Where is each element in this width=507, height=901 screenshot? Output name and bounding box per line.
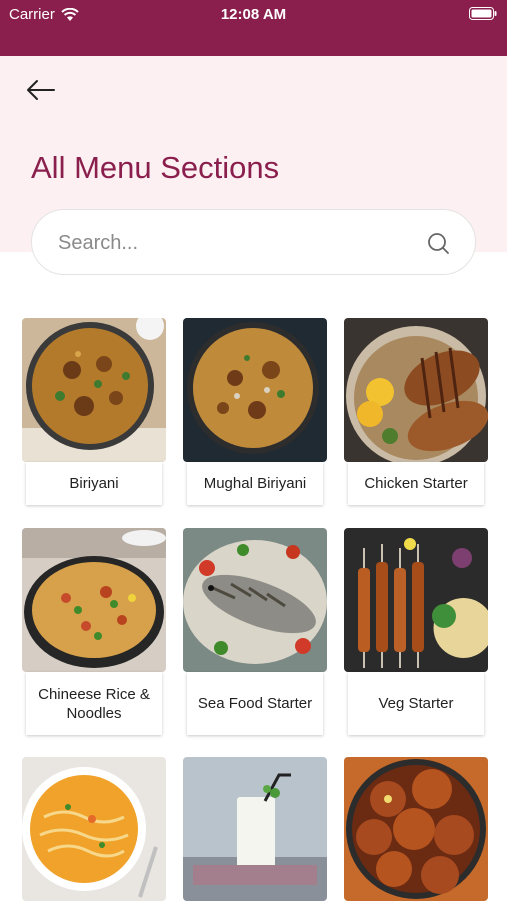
menu-card-label: Chineese Rice & Noodles [26, 672, 162, 735]
menu-card-label: Sea Food Starter [187, 672, 323, 735]
menu-card-label: Mughal Biriyani [187, 462, 323, 505]
menu-card-label: Veg Starter [348, 672, 484, 735]
noodle-soup-image [22, 757, 166, 901]
menu-card-label: Chicken Starter [348, 462, 484, 505]
menu-card-mughal-biriyani[interactable]: Mughal Biriyani [183, 318, 328, 505]
menu-card-chineese-rice-noodles[interactable]: Chineese Rice & Noodles [22, 528, 167, 735]
mughal-biriyani-image [183, 318, 327, 462]
veg-starter-image [344, 528, 488, 672]
fried-rice-image [22, 528, 166, 672]
menu-card-soup[interactable] [22, 757, 167, 901]
menu-card-chicken-starter[interactable]: Chicken Starter [344, 318, 489, 505]
menu-card-veg-starter[interactable]: Veg Starter [344, 528, 489, 735]
sea-food-image [183, 528, 327, 672]
chicken-starter-image [344, 318, 488, 462]
menu-card-biriyani[interactable]: Biriyani [22, 318, 167, 505]
menu-card-dessert[interactable] [344, 757, 489, 901]
milk-glass-image [183, 757, 327, 901]
biriyani-image [22, 318, 166, 462]
menu-card-beverage[interactable] [183, 757, 328, 901]
menu-sections-grid: Biriyani Mughal Biriyani Chicken Starter… [0, 0, 507, 901]
menu-card-label: Biriyani [26, 462, 162, 505]
gulab-jamun-image [344, 757, 488, 901]
menu-card-sea-food-starter[interactable]: Sea Food Starter [183, 528, 328, 735]
